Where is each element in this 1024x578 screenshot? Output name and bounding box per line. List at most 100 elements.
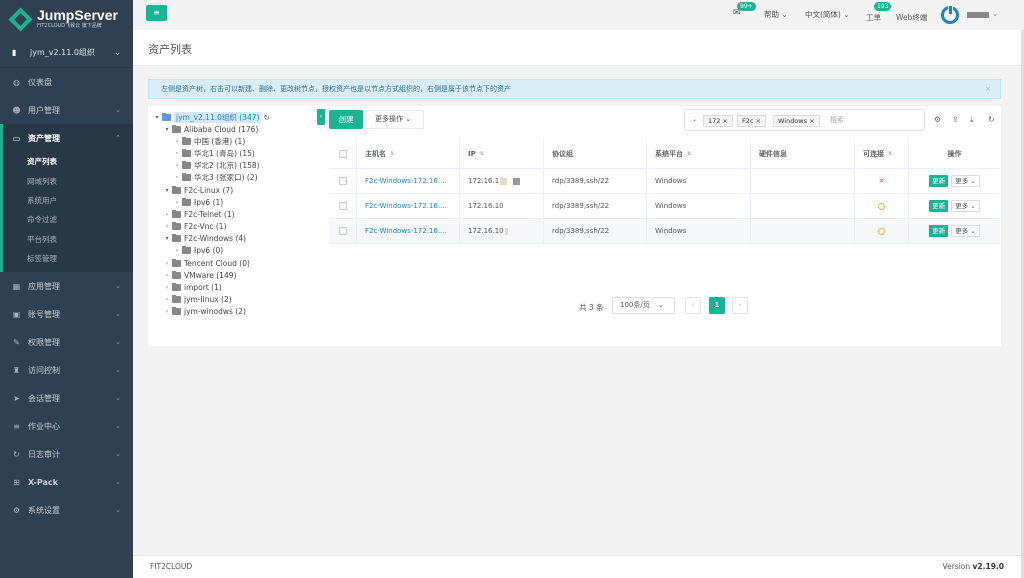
submenu-command-filter[interactable]: 命令过滤 bbox=[3, 210, 133, 229]
menu-assets[interactable]: ▭ 资产管理 ⌃ bbox=[0, 124, 133, 152]
search-tag[interactable]: Windows × bbox=[773, 115, 820, 127]
close-icon[interactable]: × bbox=[756, 117, 761, 125]
hostname-link[interactable]: F2c-Windows-172.16.... bbox=[357, 219, 460, 243]
menu-toggle-button[interactable]: ≡ bbox=[146, 5, 167, 21]
avatar[interactable] bbox=[941, 5, 959, 24]
caret-right-icon[interactable]: › bbox=[172, 199, 182, 206]
caret-right-icon[interactable]: › bbox=[162, 260, 172, 267]
caret-right-icon[interactable]: › bbox=[162, 284, 172, 291]
tree-node[interactable]: › Ipv6 (1) bbox=[172, 196, 223, 208]
column-platform[interactable]: 系统平台 ⇅ bbox=[647, 139, 751, 168]
checkbox[interactable] bbox=[339, 202, 347, 210]
checkbox[interactable] bbox=[339, 149, 347, 158]
menu-audits[interactable]: ↻ 日志审计 ⌄ bbox=[0, 440, 133, 468]
column-hostname[interactable]: 主机名 ⇅ bbox=[357, 139, 460, 168]
table-row[interactable]: F2c-Windows-172.16.... 172.16.10 rdp/338… bbox=[329, 194, 1000, 219]
checkbox[interactable] bbox=[339, 227, 347, 235]
checkbox[interactable] bbox=[339, 177, 347, 185]
next-page-button[interactable]: › bbox=[732, 297, 748, 314]
tree-node[interactable]: ▾ Alibaba Cloud (176) bbox=[162, 123, 258, 135]
prev-page-button[interactable]: ‹ bbox=[685, 297, 701, 314]
sort-icon[interactable]: ⇅ bbox=[888, 151, 892, 157]
download-icon[interactable]: ⤓ bbox=[970, 115, 974, 125]
close-icon[interactable]: × bbox=[723, 117, 728, 125]
table-row[interactable]: F2c-Windows-172.16.... 172.16.10 rdp/338… bbox=[329, 219, 1000, 244]
caret-down-icon[interactable]: ▾ bbox=[152, 114, 162, 121]
chevron-down-icon[interactable]: ⌄ bbox=[692, 116, 697, 123]
language-menu[interactable]: 中文(简体) ⌄ bbox=[805, 9, 850, 20]
submenu-label-management[interactable]: 标签管理 bbox=[3, 249, 133, 268]
page-size-select[interactable]: 100条/页 ⌄ bbox=[612, 297, 675, 314]
submenu-platform-list[interactable]: 平台列表 bbox=[3, 230, 133, 249]
menu-access-control[interactable]: ♜ 访问控制 ⌄ bbox=[0, 356, 133, 384]
menu-dashboard[interactable]: ◍ 仪表盘 bbox=[0, 68, 133, 96]
org-selector[interactable]: ▮ jym_v2.11.0组织 ⌄ bbox=[0, 38, 133, 68]
more-dropdown[interactable]: 更多 ⌄ bbox=[951, 200, 980, 212]
tree-node[interactable]: › F2c-Vnc (1) bbox=[162, 220, 227, 232]
hostname-link[interactable]: F2c-Windows-172.16.... bbox=[357, 194, 460, 218]
menu-xpack[interactable]: ⊞ X-Pack ⌄ bbox=[0, 468, 133, 496]
ticket-link[interactable]: 工单 bbox=[866, 12, 881, 23]
menu-accounts[interactable]: ▣ 账号管理 ⌄ bbox=[0, 300, 133, 328]
close-icon[interactable]: × bbox=[985, 80, 991, 98]
more-actions-dropdown[interactable]: 更多操作 ⌄ bbox=[366, 110, 424, 129]
sort-icon[interactable]: ⇅ bbox=[480, 151, 484, 157]
username-redacted[interactable] bbox=[967, 12, 989, 18]
tree-node[interactable]: › jym-linux (2) bbox=[162, 293, 232, 305]
menu-sessions[interactable]: ➤ 会话管理 ⌄ bbox=[0, 384, 133, 412]
row-checkbox[interactable] bbox=[329, 194, 357, 218]
search-input[interactable]: ⌄ 172 × F2c × Windows × 搜索 bbox=[684, 109, 925, 131]
upload-icon[interactable]: ⇪ bbox=[952, 115, 959, 124]
tree-node[interactable]: ▾ F2c-Windows (4) bbox=[162, 232, 246, 244]
caret-right-icon[interactable]: › bbox=[162, 308, 172, 315]
sort-icon[interactable]: ⇅ bbox=[687, 151, 691, 157]
caret-right-icon[interactable]: › bbox=[172, 138, 182, 145]
page-button-current[interactable]: 1 bbox=[709, 297, 725, 314]
help-menu[interactable]: 帮助 ⌄ bbox=[764, 9, 788, 20]
search-tag[interactable]: F2c × bbox=[737, 115, 766, 127]
web-terminal-link[interactable]: Web终端 bbox=[896, 12, 927, 23]
tree-node[interactable]: › 中国 (香港) (1) bbox=[172, 135, 245, 147]
caret-right-icon[interactable]: › bbox=[172, 162, 182, 169]
search-tag[interactable]: 172 × bbox=[703, 115, 733, 127]
submenu-domain-list[interactable]: 网域列表 bbox=[3, 171, 133, 190]
tree-node[interactable]: › 华北2 (北京) (158) bbox=[172, 159, 260, 171]
caret-right-icon[interactable]: › bbox=[162, 296, 172, 303]
update-button[interactable]: 更新 bbox=[929, 225, 949, 237]
caret-right-icon[interactable]: › bbox=[172, 150, 182, 157]
tree-node[interactable]: ▾ F2c-Linux (7) bbox=[162, 184, 233, 196]
create-button[interactable]: 创建 bbox=[329, 110, 363, 129]
caret-right-icon[interactable]: › bbox=[162, 272, 172, 279]
close-icon[interactable]: × bbox=[809, 117, 814, 125]
tree-node[interactable]: › Ipv6 (0) bbox=[172, 244, 223, 256]
submenu-system-users[interactable]: 系统用户 bbox=[3, 191, 133, 210]
sort-icon[interactable]: ⇅ bbox=[390, 151, 394, 157]
tree-node[interactable]: › Tencent Cloud (0) bbox=[162, 257, 250, 269]
tree-node[interactable]: › F2c-Telnet (1) bbox=[162, 208, 235, 220]
submenu-asset-list[interactable]: 资产列表 bbox=[3, 152, 133, 171]
caret-down-icon[interactable]: ▾ bbox=[162, 187, 172, 194]
menu-job-center[interactable]: ≡ 作业中心 ⌄ bbox=[0, 412, 133, 440]
tree-node[interactable]: › jym-winodws (2) bbox=[162, 305, 246, 317]
more-dropdown[interactable]: 更多 ⌄ bbox=[951, 225, 980, 237]
column-connectivity[interactable]: 可连接 ⇅ bbox=[855, 139, 909, 168]
caret-right-icon[interactable]: › bbox=[162, 223, 172, 230]
caret-down-icon[interactable]: ▾ bbox=[162, 126, 172, 133]
column-ip[interactable]: IP ⇅ bbox=[460, 139, 544, 168]
menu-applications[interactable]: ▦ 应用管理 ⌄ bbox=[0, 272, 133, 300]
menu-users[interactable]: ☻ 用户管理 ⌄ bbox=[0, 96, 133, 124]
hostname-link[interactable]: F2c-Windows-172.16.... bbox=[357, 169, 460, 193]
chevron-down-icon[interactable]: ⌄ bbox=[992, 9, 998, 18]
logo[interactable]: JumpServer FIT2CLOUD飞致云 旗下品牌 bbox=[0, 0, 133, 38]
tree-node[interactable]: › 华北3 (张家口) (2) bbox=[172, 171, 258, 183]
update-button[interactable]: 更新 bbox=[929, 175, 949, 187]
select-all-checkbox[interactable] bbox=[329, 139, 357, 168]
row-checkbox[interactable] bbox=[329, 169, 357, 193]
table-row[interactable]: F2c-Windows-172.16.... 172.16.1 rdp/3389… bbox=[329, 169, 1000, 194]
update-button[interactable]: 更新 bbox=[929, 200, 949, 212]
refresh-icon[interactable]: ↻ bbox=[263, 113, 269, 122]
menu-settings[interactable]: ⚙ 系统设置 ⌄ bbox=[0, 496, 133, 524]
settings-icon[interactable]: ⚙ bbox=[934, 115, 941, 124]
refresh-icon[interactable]: ↻ bbox=[988, 115, 995, 124]
tree-node-root[interactable]: ▾ jym_v2.11.0组织 (347) ↻ bbox=[152, 111, 270, 123]
